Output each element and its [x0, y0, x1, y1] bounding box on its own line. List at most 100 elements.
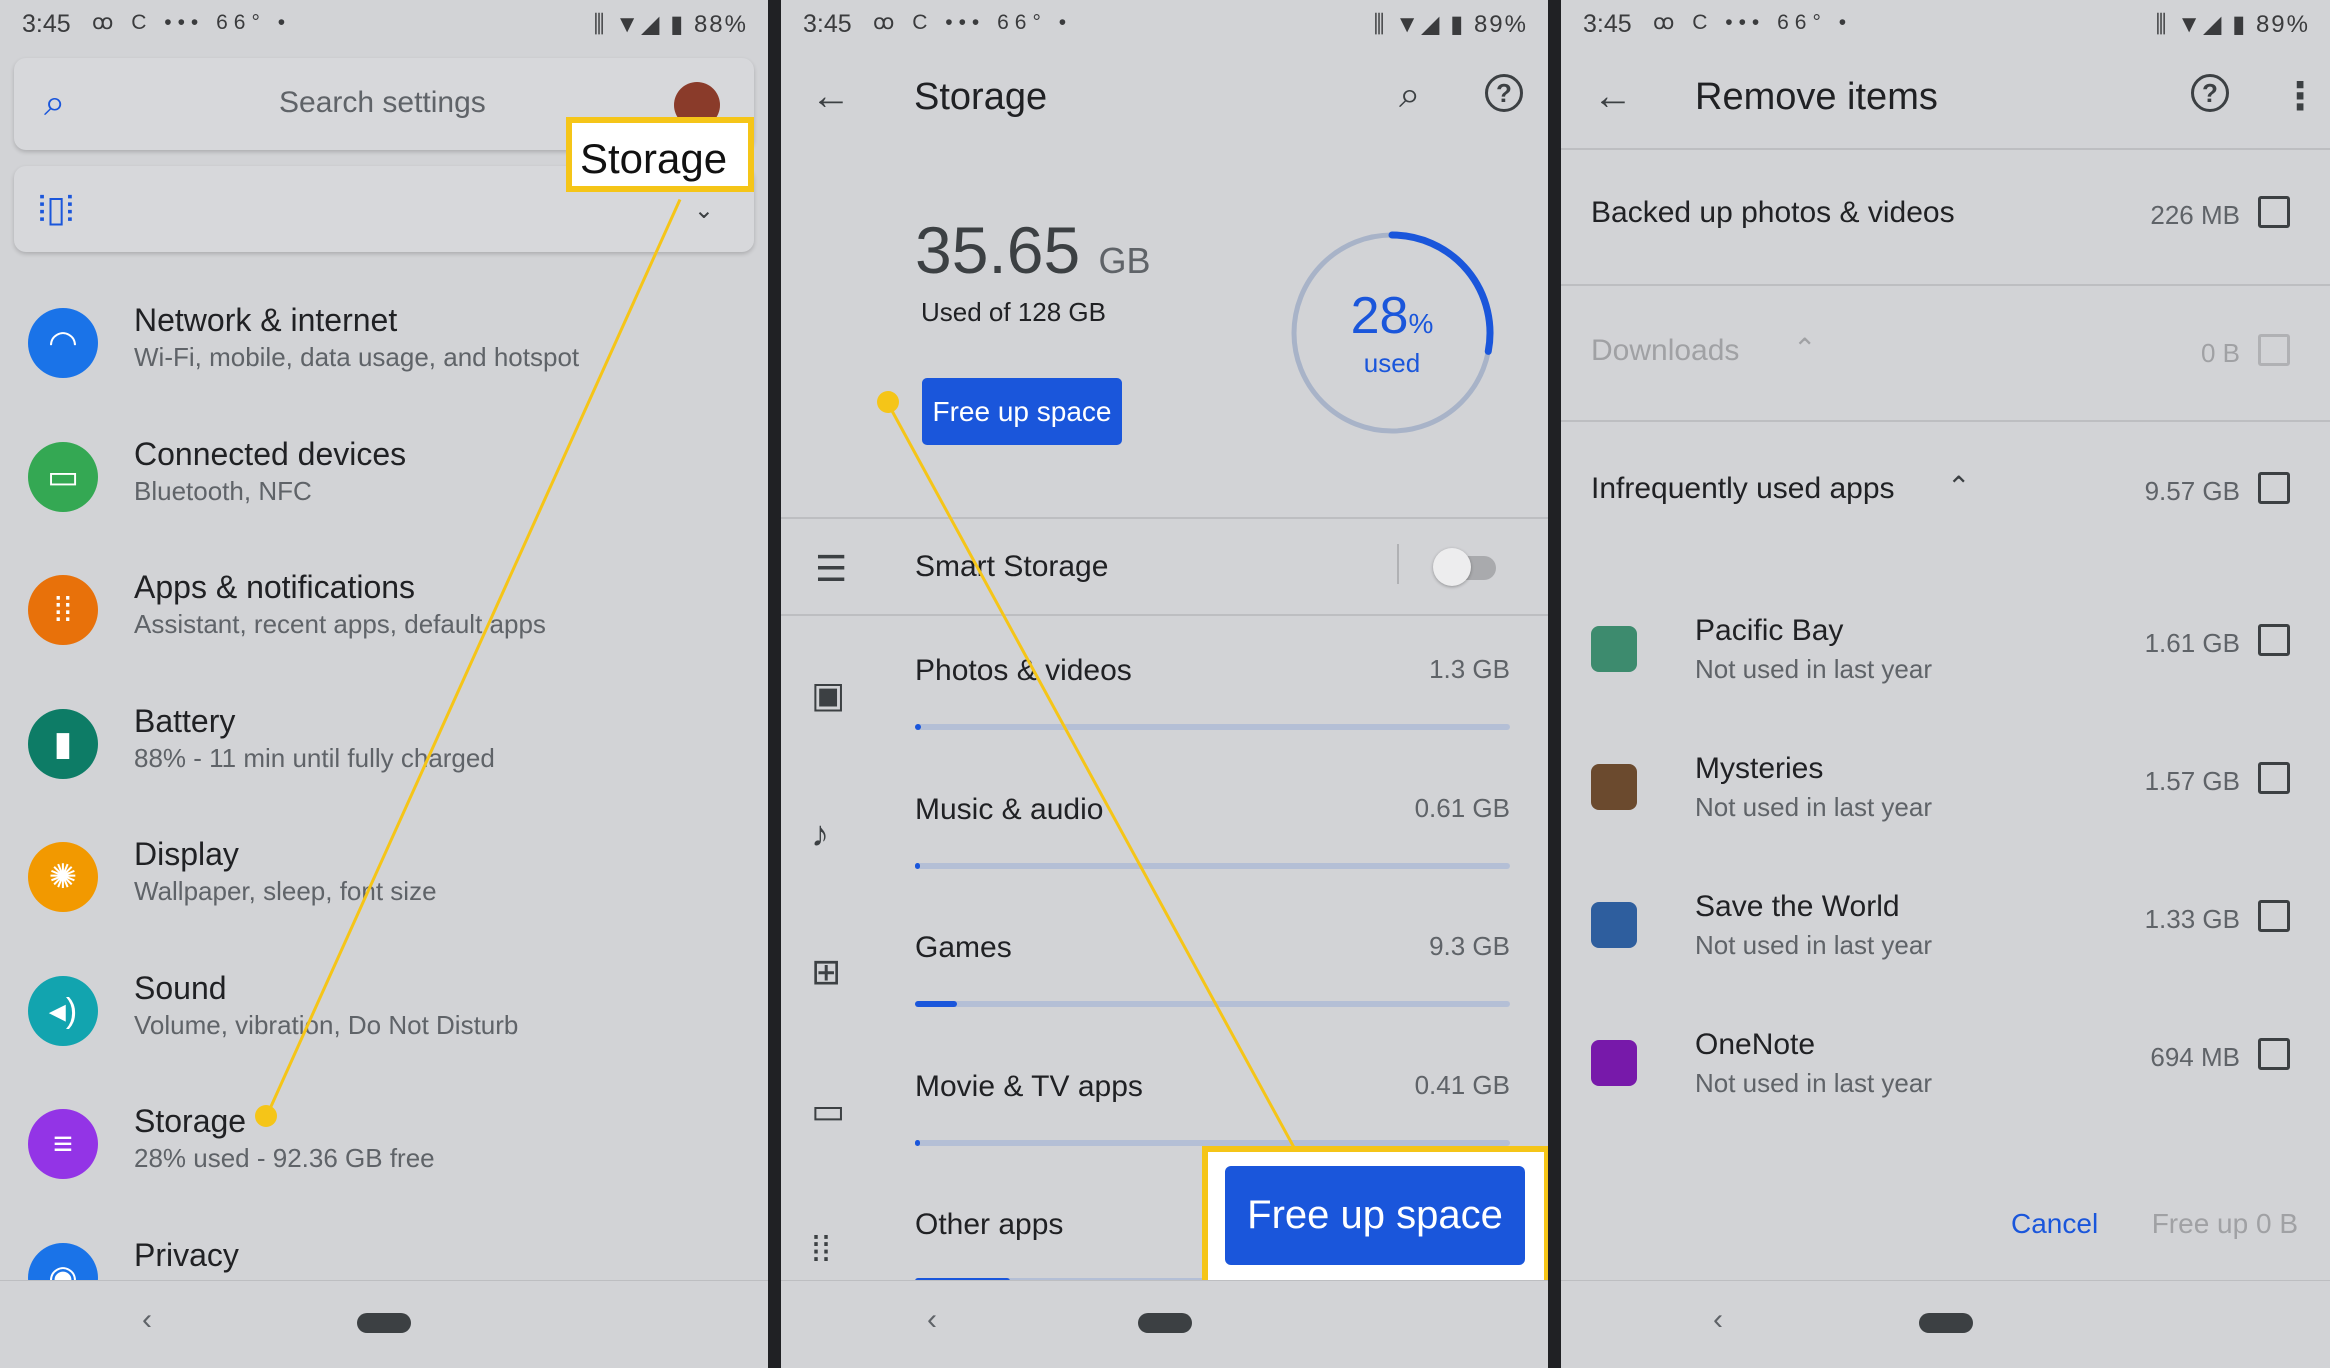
settings-item[interactable]: ✺ Display Wallpaper, sleep, font size	[0, 822, 768, 954]
settings-panel: 3:45 ꝏ C ••• 66° • ⫼ ▼◢ ▮ 88% ⌕ Search s…	[0, 0, 768, 1368]
category-usage-fill	[915, 862, 920, 869]
app-checkbox[interactable]	[2258, 1038, 2290, 1070]
status-notification-icons: ꝏ C ••• 66° •	[92, 11, 292, 34]
category-size: 1.3 GB	[1429, 654, 1510, 684]
divider	[781, 614, 1548, 616]
app-name: Spotify	[1695, 1166, 1787, 1170]
storage-category-row[interactable]: ♪ Music & audio 0.61 GB	[781, 771, 1548, 909]
app-item[interactable]: Spotify	[1561, 1150, 2330, 1170]
status-battery: ⫼ ▼◢ ▮ 89%	[1373, 11, 1528, 38]
free-up-space-button[interactable]: Free up space	[922, 378, 1122, 445]
category-label: Other apps	[915, 1208, 1064, 1241]
settings-item-title: Battery	[134, 702, 236, 739]
devices-icon: ▭	[28, 441, 98, 512]
settings-item-title: Display	[134, 836, 239, 872]
app-item[interactable]: Mysteries Not used in last year 1.57 GB	[1561, 736, 2330, 874]
app-icon	[1591, 764, 1637, 810]
app-name: Mysteries	[1695, 752, 1824, 785]
settings-item[interactable]: ≡ Storage 28% used - 92.36 GB free	[0, 1089, 768, 1221]
app-item[interactable]: Save the World Not used in last year 1.33 …	[1561, 874, 2330, 1012]
settings-item-subtitle: Wallpaper, sleep, font size	[134, 876, 437, 906]
photos-icon: ▣	[811, 674, 846, 715]
vibrate-icon: ⦙▯⦙	[38, 188, 74, 229]
brightness-icon: ✺	[28, 842, 98, 912]
app-size: 1.33 GB	[2144, 904, 2240, 934]
smart-storage-icon: ☰	[815, 548, 848, 589]
storage-category-row[interactable]: ▣ Photos & videos 1.3 GB	[781, 632, 1548, 770]
status-time: 3:45	[803, 10, 852, 38]
used-value: 35.65	[915, 213, 1081, 287]
usage-percent: 28	[1350, 287, 1409, 345]
app-last-used: Not used in last year	[1695, 792, 1933, 822]
category-usage-bar	[915, 1139, 1510, 1146]
settings-item[interactable]: ⁞⁞ Apps & notifications Assistant, recent …	[0, 555, 768, 687]
used-of-total: Used of 128 GB	[921, 297, 1106, 327]
nav-back-icon[interactable]: ‹	[927, 1303, 937, 1337]
app-size: 1.57 GB	[2144, 766, 2240, 796]
nav-home-pill[interactable]	[1918, 1313, 1973, 1333]
app-icon	[1591, 1040, 1637, 1086]
storage-icon: ≡	[28, 1109, 98, 1179]
back-arrow-icon[interactable]: ←	[811, 74, 851, 119]
settings-item[interactable]: ▮ Battery 88% - 11 min until fully charged	[0, 689, 768, 821]
status-battery: ⫼ ▼◢ ▮ 88%	[593, 11, 748, 38]
storage-callout: Storage	[566, 117, 754, 192]
search-input[interactable]: Search settings	[279, 86, 486, 120]
wifi-icon: ◠	[28, 308, 98, 378]
app-checkbox[interactable]	[2258, 900, 2290, 932]
app-checkbox[interactable]	[2258, 624, 2290, 656]
settings-item[interactable]: ▭ Connected devices Bluetooth, NFC	[0, 422, 768, 554]
app-item[interactable]: Pacific Bay Not used in last year 1.61 GB	[1561, 598, 2330, 736]
search-icon[interactable]: ⌕	[44, 82, 65, 125]
free-up-button[interactable]: Free up 0 B	[2152, 1208, 2298, 1240]
smart-storage-row[interactable]: ☰ Smart Storage	[781, 520, 1548, 616]
settings-item-subtitle: 28% used - 92.36 GB free	[134, 1143, 435, 1173]
chevron-down-icon[interactable]: ⌄	[694, 196, 714, 225]
smart-storage-label: Smart Storage	[915, 550, 1109, 583]
volume-icon: ◂)	[28, 975, 98, 1046]
used-unit: GB	[1098, 240, 1151, 281]
free-up-space-big-button[interactable]: Free up space	[1225, 1166, 1525, 1265]
status-bar: 3:45 ꝏ C ••• 66° • ⫼ ▼◢ ▮ 88%	[0, 0, 768, 48]
battery-icon: ▮	[28, 708, 98, 779]
nav-home-pill[interactable]	[1137, 1313, 1192, 1333]
settings-item-title: Storage	[134, 1103, 247, 1139]
app-last-used: Not used in last year	[1695, 1068, 1933, 1098]
settings-item[interactable]: ◠ Network & internet Wi-Fi, mobile, data u…	[0, 288, 768, 420]
cancel-button[interactable]: Cancel	[2011, 1208, 2098, 1240]
category-label: Music & audio	[915, 792, 1104, 826]
storage-category-row[interactable]: ⊞ Games 9.3 GB	[781, 909, 1548, 1047]
help-icon[interactable]: ?	[1485, 74, 1523, 112]
nav-bar: ‹	[781, 1280, 1548, 1368]
search-icon[interactable]: ⌕	[1399, 74, 1420, 117]
settings-item-subtitle: 88% - 11 min until fully charged	[134, 742, 495, 773]
app-name: Save the World	[1695, 890, 1900, 923]
app-size: 1.61 GB	[2144, 628, 2240, 658]
app-bar: ← Storage ⌕ ?	[781, 56, 1548, 146]
smart-storage-toggle-knob[interactable]	[1433, 548, 1471, 586]
category-usage-fill	[915, 1139, 920, 1146]
app-checkbox[interactable]	[2258, 762, 2290, 794]
music-note-icon: ♪	[811, 812, 829, 854]
nav-home-pill[interactable]	[357, 1313, 411, 1333]
settings-item-title: Privacy	[134, 1236, 239, 1273]
nav-back-icon[interactable]: ‹	[142, 1303, 152, 1337]
nav-back-icon[interactable]: ‹	[1713, 1303, 1723, 1337]
category-size: 9.3 GB	[1429, 931, 1510, 961]
app-icon	[1591, 902, 1637, 948]
category-usage-fill	[915, 724, 921, 730]
category-usage-bar	[915, 724, 1510, 730]
used-storage-value: 35.65 GB	[915, 212, 1151, 288]
app-name: OneNote	[1695, 1028, 1816, 1061]
status-bar: 3:45 ꝏ C ••• 66° • ⫼ ▼◢ ▮ 89%	[781, 0, 1548, 48]
settings-item[interactable]: ◂) Sound Volume, vibration, Do Not Disturb	[0, 956, 768, 1088]
settings-item-subtitle: Bluetooth, NFC	[134, 475, 312, 506]
status-time: 3:45	[22, 10, 71, 38]
nav-bar: ‹	[1561, 1280, 2330, 1368]
annotation-dot	[877, 391, 899, 413]
category-label: Movie & TV apps	[915, 1069, 1143, 1103]
app-item[interactable]: OneNote Not used in last year 694 MB	[1561, 1012, 2330, 1150]
app-name: Pacific Bay	[1695, 614, 1844, 647]
app-last-used: Not used in last year	[1695, 930, 1933, 960]
status-notification-icons: ꝏ C ••• 66° •	[873, 11, 1073, 34]
